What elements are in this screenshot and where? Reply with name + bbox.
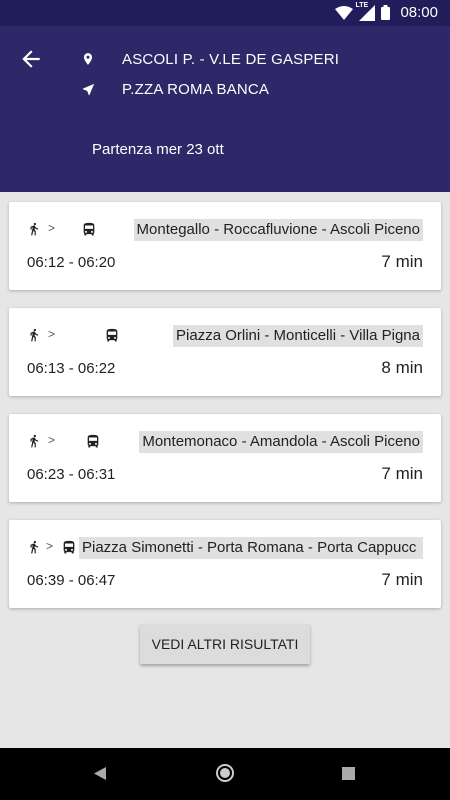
result-card[interactable]: > Piazza Orlini - Monticelli - Villa Pig…	[9, 308, 441, 396]
back-button[interactable]	[18, 46, 44, 72]
trip-times: 06:23 - 06:31	[27, 466, 116, 483]
walk-icon	[30, 328, 39, 342]
mode-row: > Montemonaco - Amandola - Ascoli Piceno	[27, 431, 423, 453]
lte-signal-icon: LTE	[355, 2, 376, 21]
result-card[interactable]: > Montegallo - Roccafluvione - Ascoli Pi…	[9, 202, 441, 290]
route-from[interactable]: ASCOLI P. - V.LE DE GASPERI	[80, 50, 339, 68]
back-triangle-icon[interactable]	[93, 766, 107, 781]
trip-duration: 7 min	[381, 252, 423, 271]
line-name: Piazza Simonetti - Porta Romana - Porta …	[79, 537, 423, 559]
status-time: 08:00	[400, 4, 438, 21]
line-name: Montemonaco - Amandola - Ascoli Piceno	[139, 431, 423, 453]
mode-row: > Piazza Orlini - Monticelli - Villa Pig…	[27, 325, 423, 347]
battery-icon	[381, 5, 391, 20]
navigation-arrow-icon	[80, 80, 96, 98]
walk-icon	[30, 222, 39, 236]
trip-duration: 7 min	[381, 464, 423, 483]
mode-row: > Montegallo - Roccafluvione - Ascoli Pi…	[27, 219, 423, 241]
results-list: > Montegallo - Roccafluvione - Ascoli Pi…	[9, 202, 441, 626]
bus-icon	[63, 540, 75, 554]
walk-icon	[30, 540, 39, 554]
result-card[interactable]: > Piazza Simonetti - Porta Romana - Port…	[9, 520, 441, 608]
system-nav-bar	[0, 748, 450, 800]
line-name: Piazza Orlini - Monticelli - Villa Pigna	[173, 325, 423, 347]
bus-icon	[87, 434, 99, 448]
arrow-separator: >	[48, 221, 56, 235]
mode-row: > Piazza Simonetti - Porta Romana - Port…	[27, 537, 423, 559]
arrow-left-icon	[22, 50, 40, 68]
status-bar: LTE 08:00	[0, 0, 450, 26]
app-header: ASCOLI P. - V.LE DE GASPERI P.ZZA ROMA B…	[0, 26, 450, 192]
walk-icon	[30, 434, 39, 448]
route-to[interactable]: P.ZZA ROMA BANCA	[80, 80, 269, 98]
recents-square-icon[interactable]	[342, 767, 355, 780]
arrow-separator: >	[46, 539, 54, 553]
arrow-separator: >	[48, 433, 56, 447]
bus-icon	[106, 328, 118, 342]
departure-date[interactable]: Partenza mer 23 ott	[92, 141, 224, 158]
trip-times: 06:39 - 06:47	[27, 572, 116, 589]
location-pin-icon	[80, 50, 96, 68]
status-icons: LTE 08:00	[335, 2, 438, 21]
destination-stop: P.ZZA ROMA BANCA	[122, 80, 270, 98]
trip-times: 06:13 - 06:22	[27, 360, 116, 377]
lte-label: LTE	[355, 1, 369, 9]
origin-stop: ASCOLI P. - V.LE DE GASPERI	[122, 50, 340, 68]
trip-times: 06:12 - 06:20	[27, 254, 116, 271]
trip-duration: 8 min	[381, 358, 423, 377]
line-name: Montegallo - Roccafluvione - Ascoli Pice…	[133, 219, 423, 241]
result-card[interactable]: > Montemonaco - Amandola - Ascoli Piceno…	[9, 414, 441, 502]
wifi-icon	[335, 5, 354, 20]
more-results-button[interactable]: VEDI ALTRI RISULTATI	[140, 624, 310, 664]
arrow-separator: >	[48, 327, 56, 341]
trip-duration: 7 min	[381, 570, 423, 589]
bus-icon	[83, 222, 95, 236]
home-circle-icon[interactable]	[215, 763, 235, 783]
